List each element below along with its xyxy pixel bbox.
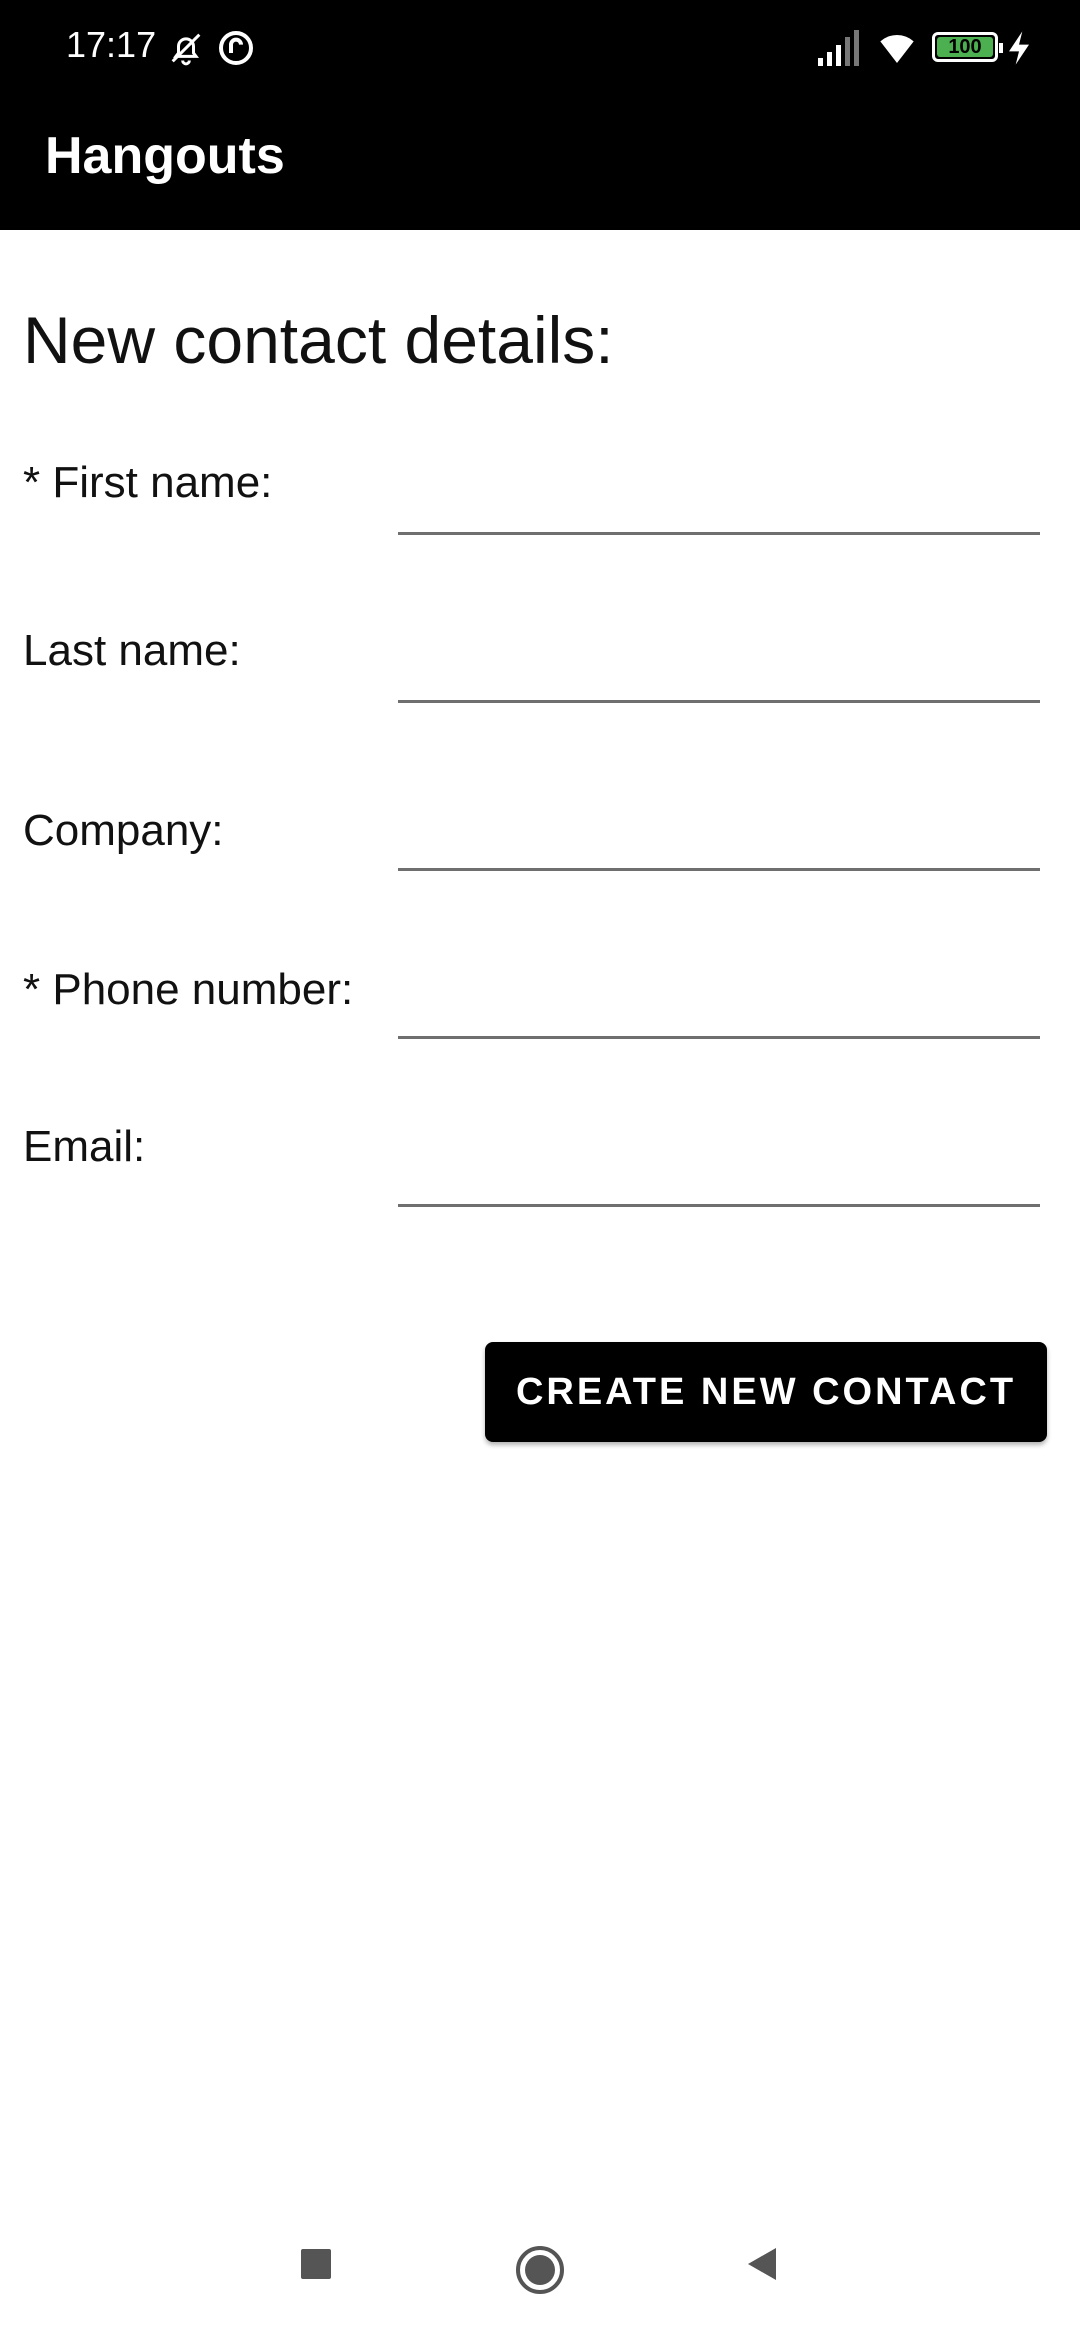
data-saver-icon — [219, 31, 253, 65]
status-time: 17:17 — [66, 24, 157, 65]
company-label: Company: — [23, 806, 224, 855]
app-title: Hangouts — [45, 127, 285, 185]
phone-number-label: * Phone number: — [23, 965, 354, 1014]
email-label: Email: — [23, 1122, 146, 1171]
back-icon[interactable] — [742, 2244, 782, 2284]
company-field[interactable] — [398, 798, 1040, 871]
charging-icon — [1009, 31, 1029, 65]
last-name-field[interactable] — [398, 630, 1040, 703]
signal-icon — [818, 30, 859, 66]
wifi-icon — [880, 34, 914, 63]
notifications-off-icon — [171, 33, 201, 66]
status-bar: 17:17 100 — [0, 0, 1080, 96]
app-bar: Hangouts — [0, 96, 1080, 230]
home-icon[interactable] — [514, 2244, 566, 2296]
battery-level: 100 — [948, 36, 982, 58]
battery-icon: 100 — [932, 32, 1003, 62]
last-name-label: Last name: — [23, 626, 241, 675]
recents-icon[interactable] — [296, 2244, 336, 2284]
email-field[interactable] — [398, 1134, 1040, 1207]
nav-bar — [0, 2220, 1080, 2340]
create-contact-button[interactable]: CREATE NEW CONTACT — [485, 1342, 1047, 1442]
form-heading: New contact details: — [23, 303, 614, 377]
phone-number-field[interactable] — [398, 966, 1040, 1039]
first-name-field[interactable] — [398, 462, 1040, 535]
first-name-label: * First name: — [23, 458, 273, 507]
